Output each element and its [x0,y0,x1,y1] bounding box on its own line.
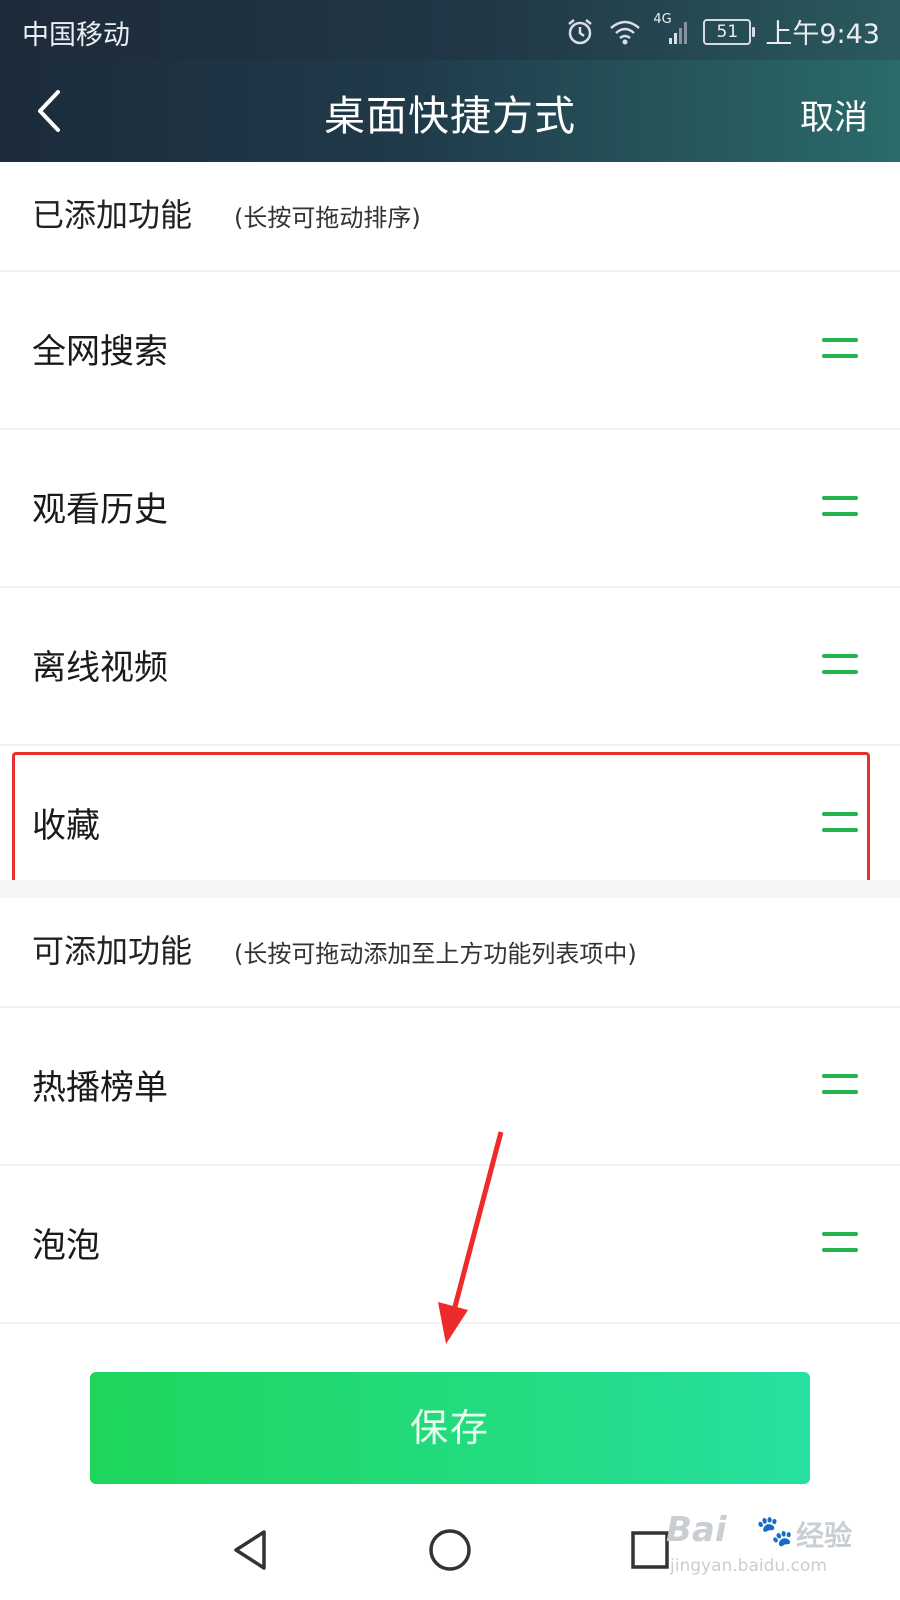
drag-handle-icon[interactable] [822,1230,858,1256]
available-section-title: 可添加功能 [32,932,193,970]
available-section-hint: (长按可拖动添加至上方功能列表项中) [234,940,637,968]
drag-handle-icon[interactable] [822,336,858,362]
list-item[interactable]: 观看历史 [0,430,900,588]
page-title: 桌面快捷方式 [324,92,576,140]
list-item-label: 收藏 [32,806,100,846]
list-item[interactable]: 泡泡 [0,1166,900,1324]
available-section-header: 可添加功能 (长按可拖动添加至上方功能列表项中) [0,898,900,1008]
list-item-label: 观看历史 [32,490,168,530]
system-nav-bar [0,1500,900,1600]
list-item-label: 热播榜单 [32,1068,168,1108]
battery-icon: 51 [703,18,756,45]
square-recents-icon[interactable] [628,1526,672,1578]
alarm-icon [565,17,595,47]
network-type-label: 4G [653,11,672,27]
added-section-header: 已添加功能 (长按可拖动排序) [0,162,900,272]
drag-handle-icon[interactable] [822,652,858,678]
list-item[interactable]: 离线视频 [0,588,900,746]
wifi-icon [609,18,641,46]
added-section-title: 已添加功能 [32,196,193,234]
cancel-button[interactable]: 取消 [800,90,868,139]
status-bar: 中国移动 4G 51 上午9:43 [0,0,900,60]
list-item-label: 全网搜索 [32,332,168,372]
list-item[interactable]: 全网搜索 [0,272,900,430]
triangle-back-icon[interactable] [228,1526,272,1578]
save-button[interactable]: 保存 [90,1372,810,1484]
header-bar: 桌面快捷方式 取消 [0,60,900,162]
circle-home-icon[interactable] [426,1526,474,1578]
drag-handle-icon[interactable] [822,494,858,520]
status-icons: 4G 51 上午9:43 [565,12,880,51]
drag-handle-icon[interactable] [822,1072,858,1098]
list-item-label: 离线视频 [32,648,168,688]
section-divider [0,880,900,898]
clock: 上午9:43 [765,19,880,50]
carrier-name: 中国移动 [22,20,130,51]
signal-icon: 4G [653,12,689,46]
drag-handle-icon[interactable] [822,810,858,836]
list-item-label: 泡泡 [32,1226,100,1266]
list-item[interactable]: 热播榜单 [0,1008,900,1166]
added-section-hint: (长按可拖动排序) [234,204,421,232]
